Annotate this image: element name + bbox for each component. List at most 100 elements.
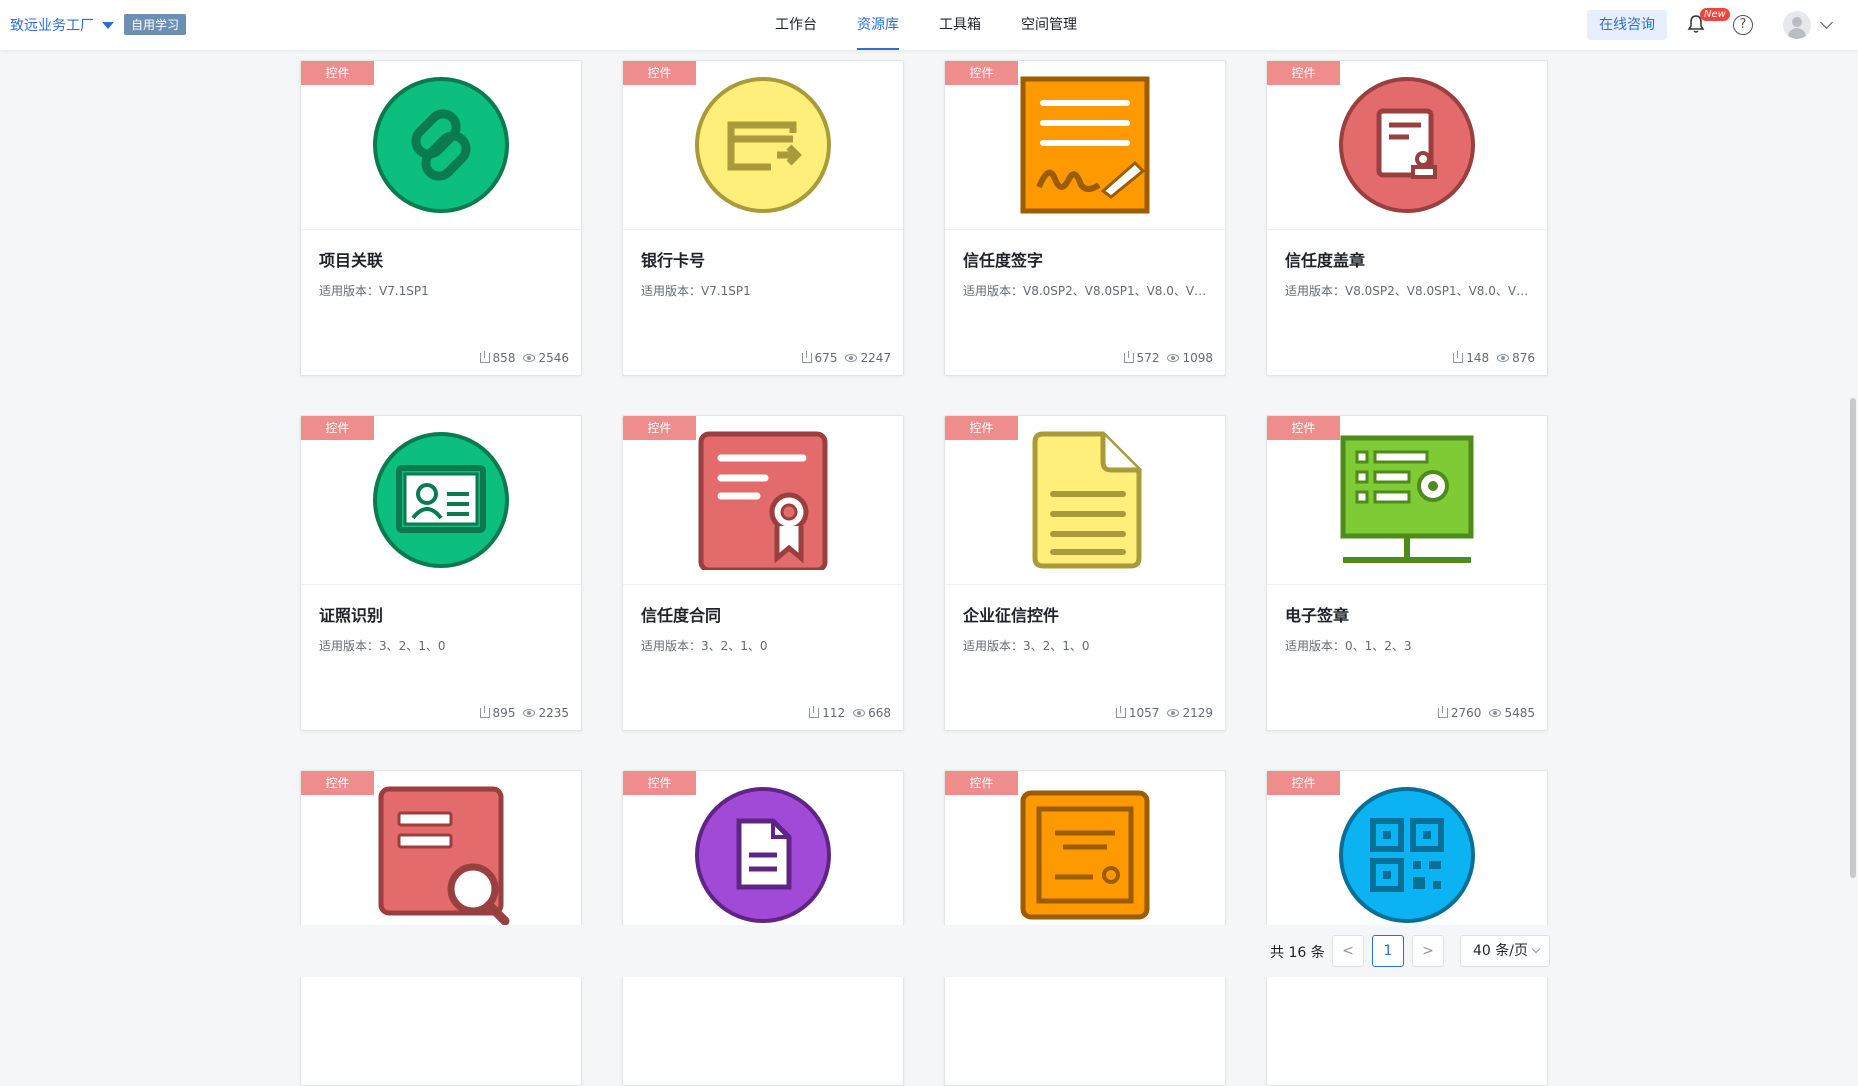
pagination-total: 共 16 条	[1270, 945, 1325, 961]
card-image	[301, 61, 581, 229]
brand-switcher[interactable]: 致远业务工厂 自用学习	[10, 14, 187, 35]
version-value: V8.0SP2、V8.0SP1、V8.0、V7...	[1345, 284, 1535, 298]
brand-tag: 自用学习	[124, 14, 187, 35]
nav-space-management[interactable]: 空间管理	[1021, 0, 1077, 50]
card-divider	[945, 229, 1225, 230]
card-version: 适用版本：3、2、1、0	[641, 637, 891, 654]
card-image	[623, 771, 903, 939]
eye-icon	[1497, 354, 1510, 362]
document-icon	[1032, 431, 1142, 569]
download-count: 858	[479, 351, 516, 365]
qr-code-icon	[1339, 787, 1475, 923]
download-icon	[1453, 351, 1464, 363]
card-stats: 2760 5485	[1437, 706, 1535, 720]
caret-down-icon[interactable]	[102, 22, 114, 29]
resource-card[interactable]: 控件 信任度合同 适用版本：3、2、1、0 112 668	[622, 415, 904, 731]
avatar[interactable]	[1783, 11, 1811, 39]
card-image	[1267, 61, 1547, 229]
card-image	[623, 61, 903, 229]
version-label: 适用版本：	[641, 639, 702, 653]
resource-card[interactable]: 控件 证照识别 适用版本：3、2、1、0 895 2235	[300, 415, 582, 731]
nav-resource-library[interactable]: 资源库	[857, 0, 899, 50]
eye-icon	[523, 709, 536, 717]
resource-card[interactable]: 控件 信任度盖章 适用版本：V8.0SP2、V8.0SP1、V8.0、V7...…	[1266, 60, 1548, 376]
resource-card[interactable]: 控件 电子签章 适用版本：0、1、2、3 2760 5485	[1266, 415, 1548, 731]
card-version: 适用版本：V7.1SP1	[641, 282, 891, 299]
version-label: 适用版本：	[963, 639, 1024, 653]
card-title[interactable]: 企业征信控件	[963, 602, 1059, 626]
card-tag: 控件	[945, 771, 1018, 795]
monitor-form-icon	[1340, 435, 1474, 563]
view-count: 5485	[1489, 706, 1535, 720]
prev-page-button[interactable]: <	[1332, 935, 1364, 967]
view-count: 1098	[1167, 351, 1213, 365]
download-icon	[1437, 706, 1448, 718]
nav-workbench[interactable]: 工作台	[775, 0, 817, 50]
help-icon[interactable]: ?	[1733, 15, 1753, 35]
page-size-select[interactable]: 40 条/页	[1460, 935, 1550, 967]
card-tag: 控件	[301, 416, 374, 440]
card-version: 适用版本：V8.0SP2、V8.0SP1、V8.0、V7...	[963, 282, 1213, 299]
card-version: 适用版本：V8.0SP2、V8.0SP1、V8.0、V7...	[1285, 282, 1535, 299]
online-consult-button[interactable]: 在线咨询	[1587, 10, 1667, 40]
eye-icon	[1489, 709, 1502, 717]
view-count: 2247	[845, 351, 891, 365]
nav-toolbox[interactable]: 工具箱	[939, 0, 981, 50]
next-page-button[interactable]: >	[1412, 935, 1444, 967]
avatar-head	[1792, 17, 1802, 27]
eye-icon	[523, 354, 536, 362]
view-count-value: 668	[868, 706, 891, 720]
resource-card[interactable]: 控件 项目关联 适用版本：V7.1SP1 858 2546	[300, 60, 582, 376]
card-stats: 572 1098	[1123, 351, 1213, 365]
view-count-value: 2247	[860, 351, 891, 365]
card-title[interactable]: 信任度盖章	[1285, 247, 1365, 271]
version-label: 适用版本：	[963, 284, 1024, 298]
download-count: 675	[801, 351, 838, 365]
eye-icon	[1167, 709, 1180, 717]
version-value: 3、2、1、0	[1023, 639, 1090, 653]
card-title[interactable]: 证照识别	[319, 602, 383, 626]
download-icon	[1123, 351, 1134, 363]
card-image	[1267, 771, 1547, 939]
version-label: 适用版本：	[319, 284, 380, 298]
card-title[interactable]: 银行卡号	[641, 247, 705, 271]
brand-name[interactable]: 致远业务工厂	[10, 15, 94, 35]
card-image	[945, 771, 1225, 939]
version-value: V7.1SP1	[379, 284, 429, 298]
view-count: 668	[853, 706, 891, 720]
view-count-value: 2546	[538, 351, 569, 365]
card-title[interactable]: 项目关联	[319, 247, 383, 271]
download-count: 1057	[1115, 706, 1159, 720]
resource-card[interactable]: 控件 企业征信控件 适用版本：3、2、1、0 1057 2129	[944, 415, 1226, 731]
download-count-value: 895	[492, 706, 516, 720]
download-count-value: 675	[814, 351, 838, 365]
resource-card[interactable]: 控件 银行卡号 适用版本：V7.1SP1 675 2247	[622, 60, 904, 376]
card-title[interactable]: 信任度签字	[963, 247, 1043, 271]
version-value: 3、2、1、0	[701, 639, 768, 653]
download-count: 112	[809, 706, 845, 720]
page-1-button[interactable]: 1	[1372, 935, 1404, 967]
version-value: V7.1SP1	[701, 284, 751, 298]
id-card-icon	[373, 432, 509, 568]
card-stats: 895 2235	[479, 706, 569, 720]
eye-icon	[853, 709, 866, 717]
resource-card[interactable]: 控件 信任度签字 适用版本：V8.0SP2、V8.0SP1、V8.0、V7...…	[944, 60, 1226, 376]
card-stats: 112 668	[809, 706, 891, 720]
eye-icon	[845, 354, 858, 362]
version-label: 适用版本：	[319, 639, 380, 653]
card-tag: 控件	[945, 416, 1018, 440]
chevron-down-icon[interactable]	[1820, 16, 1833, 29]
card-title[interactable]: 信任度合同	[641, 602, 721, 626]
download-count-value: 858	[492, 351, 516, 365]
view-count-value: 2235	[538, 706, 569, 720]
view-count: 2546	[523, 351, 569, 365]
view-count: 2235	[523, 706, 569, 720]
vertical-scrollbar[interactable]	[1850, 398, 1856, 878]
card-tag: 控件	[623, 416, 696, 440]
card-title[interactable]: 电子签章	[1285, 602, 1349, 626]
view-count-value: 1098	[1182, 351, 1213, 365]
download-count: 2760	[1437, 706, 1481, 720]
file-icon	[695, 787, 831, 923]
card-image	[623, 416, 903, 584]
download-count: 895	[479, 706, 516, 720]
